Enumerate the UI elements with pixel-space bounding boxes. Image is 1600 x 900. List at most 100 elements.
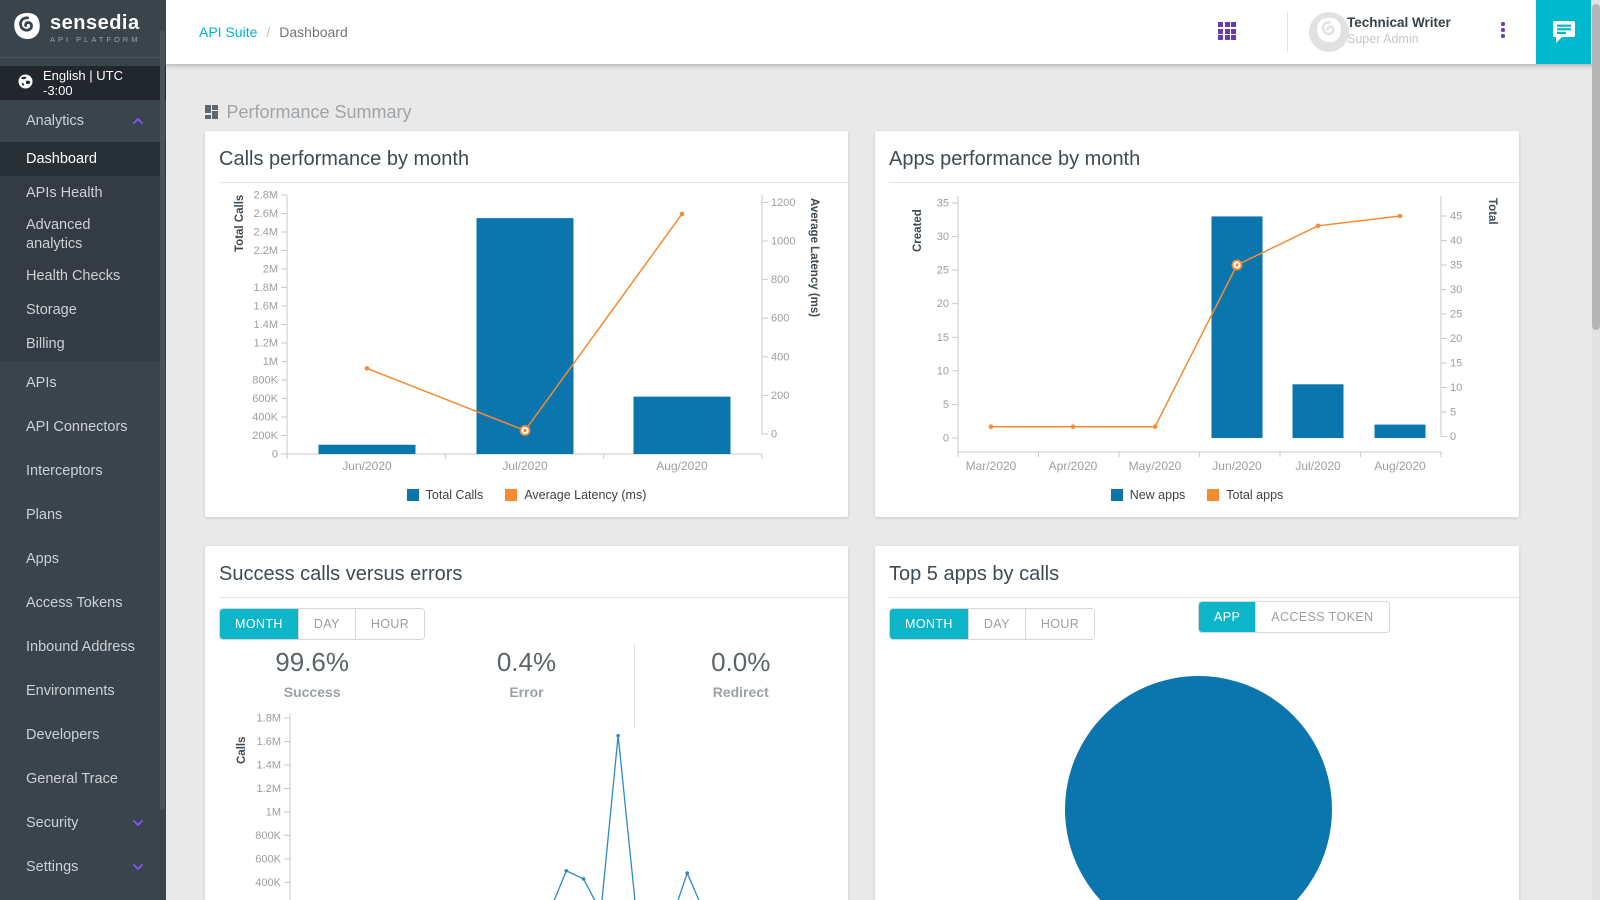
tab-hour[interactable]: HOUR (355, 609, 424, 639)
svg-text:20: 20 (1450, 333, 1462, 345)
card-title: Calls performance by month (205, 131, 848, 182)
svg-text:1M: 1M (263, 356, 278, 368)
sidebar-group-analytics[interactable]: Analytics (0, 100, 166, 142)
sidebar-item-interceptors-label: Interceptors (26, 463, 103, 479)
header-divider (1287, 12, 1288, 52)
sidebar-item-inbound-address[interactable]: Inbound Address (0, 625, 166, 669)
tab-month[interactable]: MONTH (890, 609, 968, 639)
stat-value: 0.4% (419, 647, 633, 678)
svg-text:15: 15 (1450, 358, 1462, 370)
language-selector[interactable]: English | UTC -3:00 (0, 66, 166, 100)
user-menu-kebab-icon[interactable] (1496, 22, 1510, 42)
tab-day[interactable]: DAY (968, 609, 1025, 639)
svg-text:1M: 1M (266, 807, 281, 819)
tab-day[interactable]: DAY (298, 609, 355, 639)
sidebar-scrollbar-thumb[interactable] (160, 30, 165, 810)
divider (219, 182, 848, 183)
sidebar-item-health-checks[interactable]: Health Checks (0, 259, 166, 293)
sidebar-item-access-tokens-label: Access Tokens (26, 595, 122, 611)
legend-item-total-calls[interactable]: Total Calls (407, 488, 484, 502)
sidebar-item-access-tokens[interactable]: Access Tokens (0, 581, 166, 625)
page-scrollbar-thumb[interactable] (1592, 4, 1600, 330)
svg-text:0: 0 (272, 449, 278, 461)
sidebar-item-advanced-analytics[interactable]: Advanced analytics (0, 210, 166, 259)
tab-hour[interactable]: HOUR (1025, 609, 1094, 639)
sidebar-item-apis[interactable]: APIs (0, 361, 166, 405)
sidebar-item-developers[interactable]: Developers (0, 713, 166, 757)
sidebar-item-general-trace[interactable]: General Trace (0, 757, 166, 801)
user-info: Technical Writer Super Admin (1347, 15, 1451, 48)
chart-legend: Total Calls Average Latency (ms) (205, 488, 848, 502)
legend-swatch (1111, 489, 1123, 501)
svg-text:Total: Total (1486, 198, 1498, 225)
svg-text:1200: 1200 (771, 197, 795, 209)
sidebar-group-settings[interactable]: Settings (0, 845, 166, 889)
svg-text:800: 800 (771, 274, 789, 286)
svg-text:1.4M: 1.4M (257, 760, 281, 772)
svg-text:15: 15 (937, 332, 949, 344)
sidebar-item-developers-label: Developers (26, 727, 99, 743)
legend-swatch (1207, 489, 1219, 501)
chart-legend: New apps Total apps (875, 488, 1519, 502)
toggle-access-token[interactable]: ACCESS TOKEN (1255, 602, 1388, 632)
chat-button[interactable] (1536, 0, 1591, 64)
svg-text:200: 200 (771, 390, 789, 402)
group-toggle-wrap: APPACCESS TOKEN (1198, 601, 1390, 633)
legend-label: Total Calls (426, 488, 484, 502)
sidebar-group-security[interactable]: Security (0, 801, 166, 845)
sidebar-item-dashboard[interactable]: Dashboard (0, 142, 166, 176)
dashboard-grid-icon (205, 105, 218, 119)
svg-text:0: 0 (771, 429, 777, 441)
calls-performance-chart: 0200K400K600K800K1M1.2M1.4M1.6M1.8M2M2.2… (205, 186, 848, 517)
svg-text:45: 45 (1450, 211, 1462, 223)
sidebar-item-apis-health-label: APIs Health (26, 185, 103, 201)
sidebar-item-plans[interactable]: Plans (0, 493, 166, 537)
apps-grid-icon[interactable] (1218, 22, 1238, 42)
svg-text:10: 10 (1450, 382, 1462, 394)
svg-text:May/2020: May/2020 (1129, 459, 1182, 473)
breadcrumb: API Suite / Dashboard (199, 24, 348, 40)
sidebar-analytics-panel: Dashboard APIs Health Advanced analytics He… (0, 142, 166, 361)
divider (889, 597, 1519, 598)
avatar[interactable] (1309, 12, 1349, 52)
svg-text:10: 10 (937, 365, 949, 377)
svg-text:Apr/2020: Apr/2020 (1049, 459, 1098, 473)
sidebar-item-billing[interactable]: Billing (0, 327, 166, 361)
svg-text:0: 0 (1450, 431, 1456, 443)
svg-text:Calls: Calls (236, 737, 248, 765)
svg-text:25: 25 (937, 265, 949, 277)
svg-text:30: 30 (1450, 284, 1462, 296)
sidebar-item-environments[interactable]: Environments (0, 669, 166, 713)
toggle-app[interactable]: APP (1199, 602, 1255, 632)
top5-apps-pie-chart (875, 546, 1519, 900)
sidebar-item-apis-label: APIs (26, 375, 57, 391)
breadcrumb-api-suite[interactable]: API Suite (199, 24, 257, 40)
stat-success: 99.6% Success (205, 647, 419, 700)
svg-text:600K: 600K (255, 854, 281, 866)
card-title: Top 5 apps by calls (875, 546, 1519, 597)
legend-item-new-apps[interactable]: New apps (1111, 488, 1186, 502)
legend-label: New apps (1130, 488, 1186, 502)
sidebar-item-inbound-address-label: Inbound Address (26, 639, 135, 655)
sidebar-item-interceptors[interactable]: Interceptors (0, 449, 166, 493)
sensedia-logo: sensedia API PLATFORM (0, 0, 166, 58)
sidebar-item-advanced-analytics-label: Advanced analytics (26, 216, 144, 252)
tab-month[interactable]: MONTH (220, 609, 298, 639)
main-content: Performance Summary Calls performance by… (166, 64, 1600, 900)
sidebar-item-apps[interactable]: Apps (0, 537, 166, 581)
sidebar-item-apis-health[interactable]: APIs Health (0, 176, 166, 210)
svg-text:Aug/2020: Aug/2020 (656, 459, 708, 473)
svg-text:1.8M: 1.8M (254, 282, 278, 294)
sidebar-item-storage[interactable]: Storage (0, 293, 166, 327)
svg-text:2.4M: 2.4M (254, 227, 278, 239)
svg-text:35: 35 (1450, 260, 1462, 272)
legend-item-average-latency-ms-[interactable]: Average Latency (ms) (505, 488, 646, 502)
legend-item-total-apps[interactable]: Total apps (1207, 488, 1283, 502)
sidebar-item-environments-label: Environments (26, 683, 115, 699)
sidebar-group-analytics-label: Analytics (26, 113, 84, 129)
sidebar-item-api-connectors[interactable]: API Connectors (0, 405, 166, 449)
sidebar-item-apps-label: Apps (26, 551, 59, 567)
card-title: Success calls versus errors (205, 546, 848, 597)
svg-text:Jul/2020: Jul/2020 (502, 459, 548, 473)
page-scrollbar (1592, 0, 1600, 900)
